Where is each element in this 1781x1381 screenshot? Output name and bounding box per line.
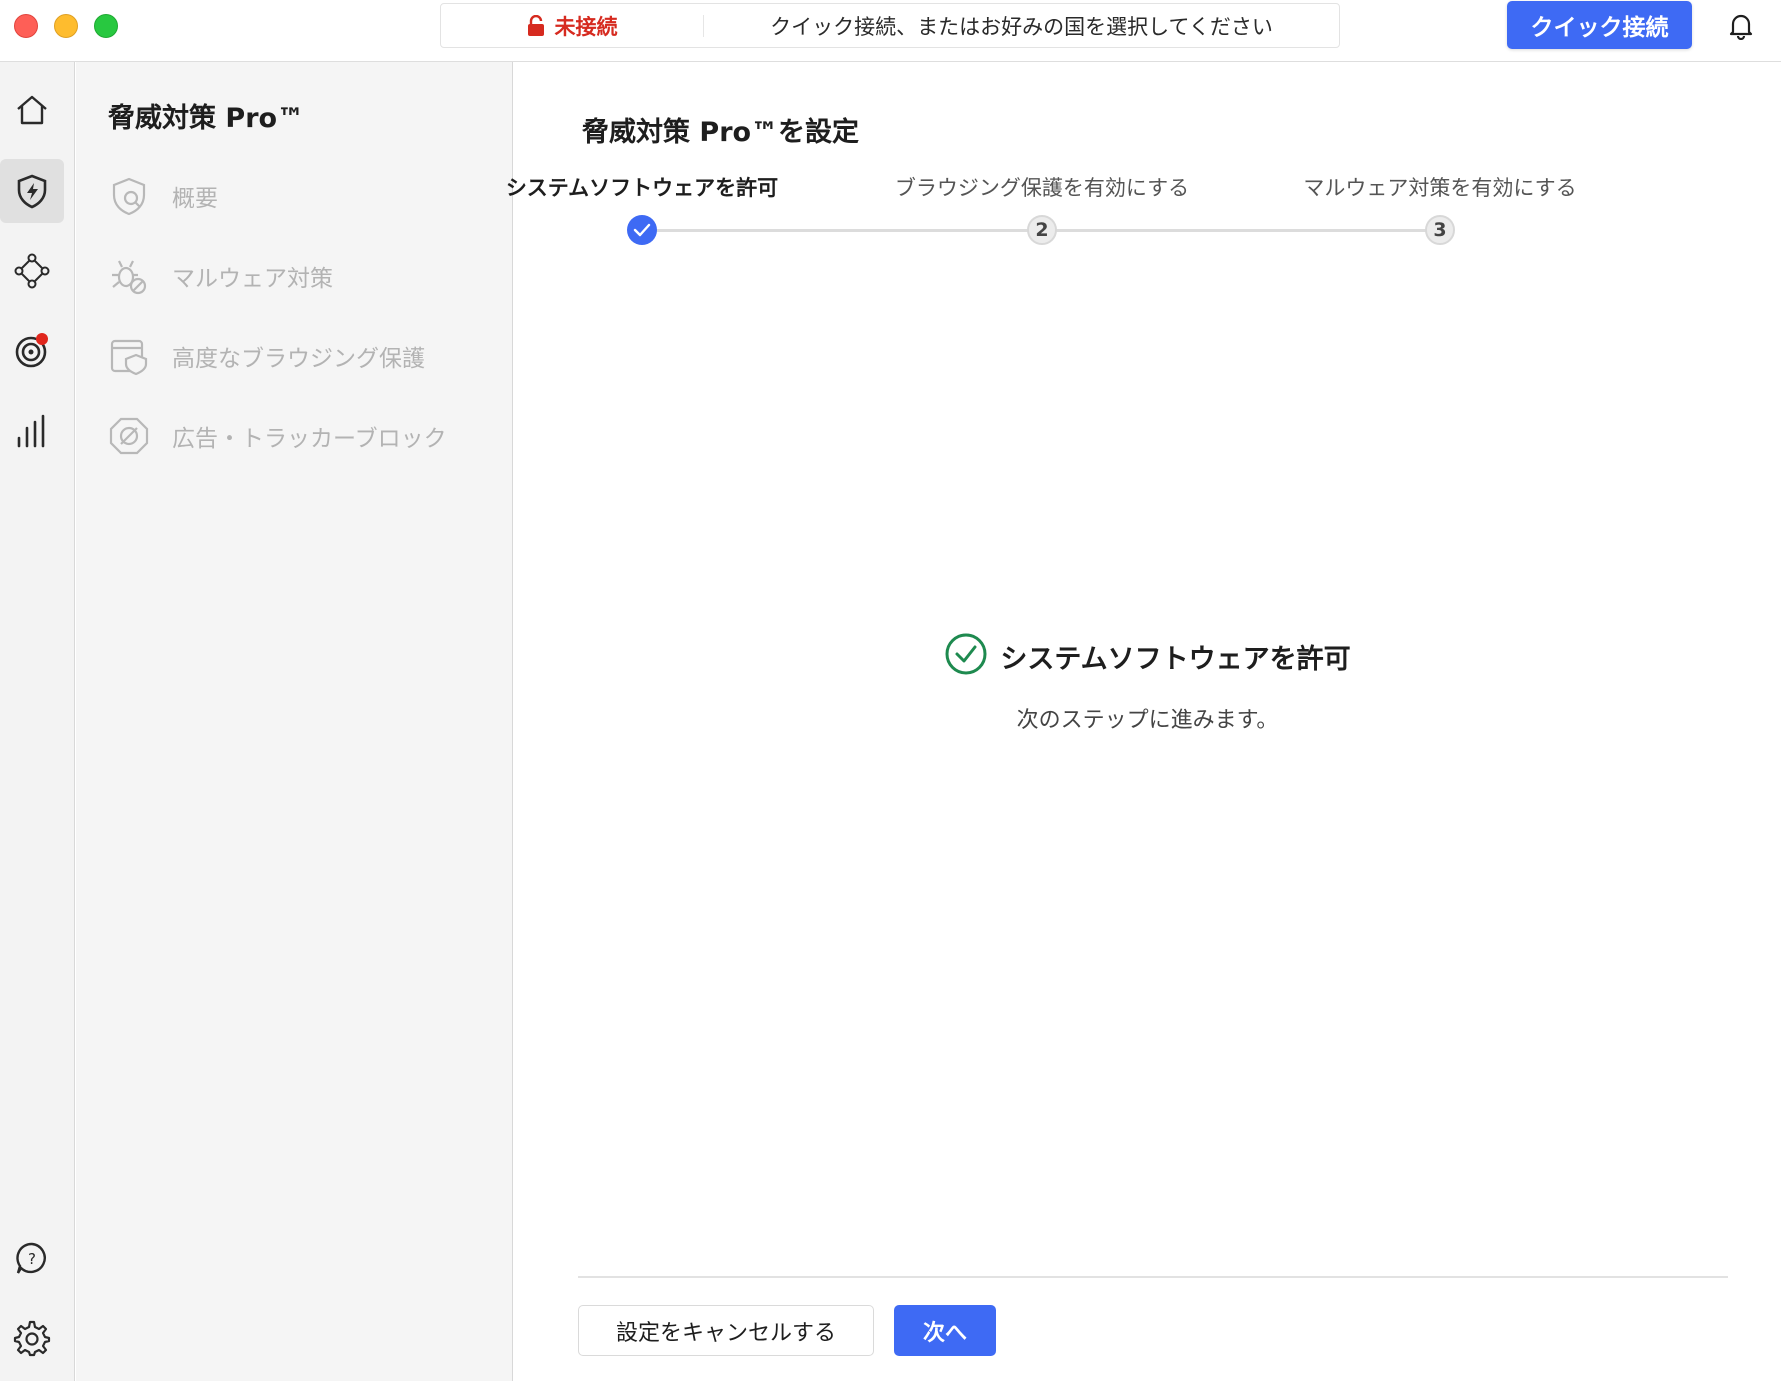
subnav-item-label: 高度なブラウジング保護 xyxy=(172,346,425,372)
subnav-title: 脅威対策 Pro™ xyxy=(108,103,305,134)
connection-status: 未接続 xyxy=(441,4,703,47)
footer-divider xyxy=(578,1276,1728,1278)
step-result: システムソフトウェアを許可 次のステップに進みます。 xyxy=(514,632,1781,734)
bug-block-icon xyxy=(112,260,147,295)
subnav-item-label: 広告・トラッカーブロック xyxy=(172,426,447,452)
threat-protection-subnav: 脅威対策 Pro™ 概要 マルウェア対策 高度なブラウジング保護 広告・トラッカ… xyxy=(76,62,513,1381)
setup-stepper: システムソフトウェアを許可 ブラウジング保護を有効にする マルウェア対策を有効に… xyxy=(506,172,1682,262)
subnav-item-malware[interactable]: マルウェア対策 xyxy=(108,248,333,304)
status-text: 未接続 xyxy=(554,14,618,39)
quick-connect-button[interactable]: クイック接続 xyxy=(1507,1,1692,49)
step-3-label: マルウェア対策を有効にする xyxy=(1303,176,1577,200)
shield-search-icon xyxy=(112,177,146,216)
settings-gear-icon[interactable] xyxy=(0,1306,64,1370)
notification-bell-icon[interactable] xyxy=(1728,12,1754,41)
step-2-number: 2 xyxy=(1027,215,1057,245)
step-1-label: システムソフトウェアを許可 xyxy=(505,176,779,200)
icon-rail: ? xyxy=(0,62,75,1381)
minimize-window-button[interactable] xyxy=(54,14,78,38)
svg-text:?: ? xyxy=(28,1250,36,1268)
close-window-button[interactable] xyxy=(14,14,38,38)
page-title: 脅威対策 Pro™を設定 xyxy=(582,117,860,148)
step-2-label: ブラウジング保護を有効にする xyxy=(894,176,1190,200)
home-icon[interactable] xyxy=(0,78,64,142)
subnav-item-ad-tracker-block[interactable]: 広告・トラッカーブロック xyxy=(108,408,447,464)
stats-bars-icon[interactable] xyxy=(0,399,64,463)
success-check-icon xyxy=(944,632,988,680)
zoom-window-button[interactable] xyxy=(94,14,118,38)
browser-shield-icon xyxy=(110,339,148,376)
connection-hint: クイック接続、またはお好みの国を選択してください xyxy=(770,14,1273,39)
result-subtitle: 次のステップに進みます。 xyxy=(1016,708,1279,733)
subnav-item-browsing-protection[interactable]: 高度なブラウジング保護 xyxy=(108,328,425,384)
result-title: システムソフトウェアを許可 xyxy=(1000,643,1351,675)
meshnet-icon[interactable] xyxy=(0,239,64,303)
subnav-item-overview[interactable]: 概要 xyxy=(108,168,218,224)
help-chat-icon[interactable]: ? xyxy=(0,1226,64,1290)
step-1-check-icon xyxy=(627,215,657,245)
setup-panel: 脅威対策 Pro™を設定 システムソフトウェアを許可 ブラウジング保護を有効にす… xyxy=(506,62,1781,1381)
step-connector xyxy=(1042,229,1440,232)
connection-status-bar[interactable]: 未接続 クイック接続、またはお好みの国を選択してください xyxy=(440,3,1340,48)
title-bar: 未接続 クイック接続、またはお好みの国を選択してください クイック接続 xyxy=(0,0,1781,62)
subnav-item-label: マルウェア対策 xyxy=(172,266,333,292)
unlocked-icon xyxy=(527,14,545,37)
step-3-number: 3 xyxy=(1425,215,1455,245)
cancel-setup-button[interactable]: 設定をキャンセルする xyxy=(578,1305,874,1356)
shield-lightning-icon[interactable] xyxy=(0,159,64,223)
dark-web-target-icon[interactable] xyxy=(0,319,64,383)
next-button[interactable]: 次へ xyxy=(894,1305,996,1356)
subnav-item-label: 概要 xyxy=(172,186,218,212)
ad-block-icon xyxy=(109,417,149,455)
step-connector xyxy=(642,229,1042,232)
